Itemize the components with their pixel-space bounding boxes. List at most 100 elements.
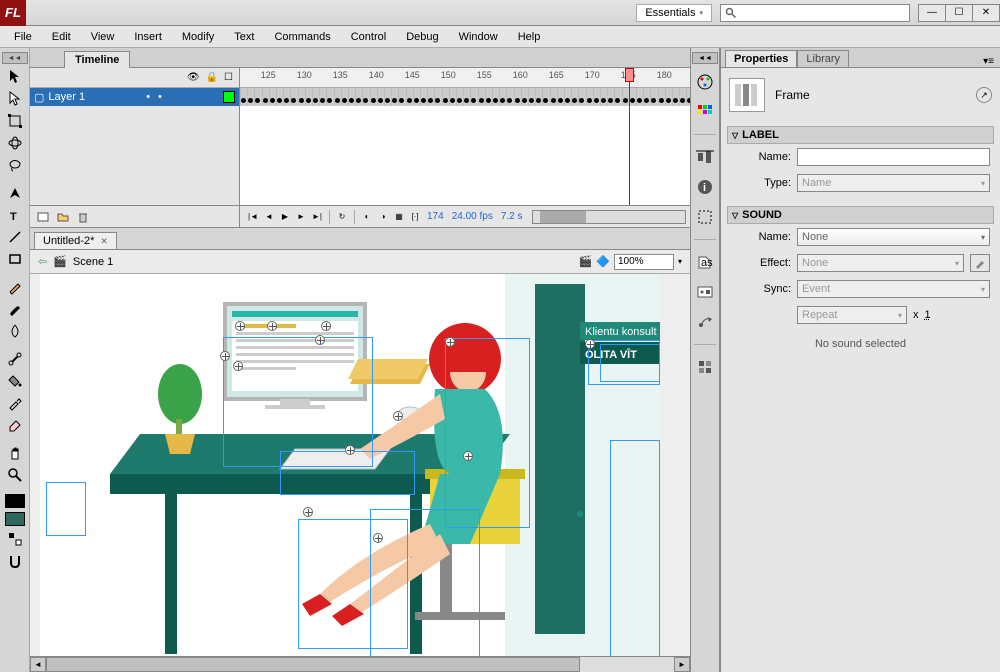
selection-box[interactable] <box>610 440 660 656</box>
scene-label[interactable]: Scene 1 <box>73 256 113 268</box>
subselection-tool[interactable] <box>3 88 27 110</box>
menu-control[interactable]: Control <box>341 28 396 46</box>
align-panel-icon[interactable] <box>693 145 717 169</box>
eye-icon[interactable]: 👁 <box>187 72 200 83</box>
menu-debug[interactable]: Debug <box>396 28 448 46</box>
next-frame-button[interactable]: ► <box>294 210 308 224</box>
delete-layer-button[interactable] <box>74 209 92 225</box>
tools-collapse[interactable]: ◄◄ <box>2 52 28 64</box>
close-button[interactable]: ✕ <box>972 4 1000 22</box>
outline-icon[interactable]: ☐ <box>224 72 233 83</box>
playhead[interactable] <box>629 68 630 205</box>
sound-sync-select[interactable]: Event <box>797 280 990 298</box>
anchor-point[interactable] <box>220 351 230 361</box>
scroll-left-button[interactable]: ◄ <box>30 657 46 672</box>
last-frame-button[interactable]: ►| <box>310 210 324 224</box>
edit-effect-button[interactable] <box>970 254 990 272</box>
pen-tool[interactable] <box>3 182 27 204</box>
edit-scene-icon[interactable]: 🎬 <box>579 255 593 268</box>
selection-box[interactable] <box>445 338 530 528</box>
loop-button[interactable]: ↻ <box>335 210 349 224</box>
anchor-point[interactable] <box>393 411 403 421</box>
anchor-point[interactable] <box>303 507 313 517</box>
sound-name-select[interactable]: None <box>797 228 990 246</box>
timeline-ruler[interactable]: 125130135140145150155160165170175180185 <box>240 68 690 88</box>
line-tool[interactable] <box>3 226 27 248</box>
components-panel-icon[interactable] <box>693 280 717 304</box>
selection-box[interactable] <box>298 519 408 649</box>
paint-bucket-tool[interactable] <box>3 370 27 392</box>
label-section-head[interactable]: LABEL <box>727 126 994 144</box>
deco-tool[interactable] <box>3 320 27 342</box>
anchor-point[interactable] <box>267 321 277 331</box>
close-tab-icon[interactable]: ✕ <box>100 236 108 247</box>
canvas-scrollbar[interactable]: ◄ ► <box>30 656 690 672</box>
menu-help[interactable]: Help <box>508 28 551 46</box>
search-input[interactable] <box>741 7 905 19</box>
onion-skin-button[interactable]: ◐ <box>360 210 374 224</box>
library-tab[interactable]: Library <box>797 50 849 67</box>
swatches-panel-icon[interactable] <box>693 100 717 124</box>
new-folder-button[interactable] <box>54 209 72 225</box>
selection-box[interactable] <box>280 451 415 495</box>
snap-toggle[interactable] <box>3 550 27 572</box>
selection-box[interactable] <box>46 482 86 536</box>
3d-rotation-tool[interactable] <box>3 132 27 154</box>
selection-tool[interactable] <box>3 66 27 88</box>
onion-outline-button[interactable]: ◑ <box>376 210 390 224</box>
maximize-button[interactable]: ☐ <box>945 4 973 22</box>
onion-markers-button[interactable]: [·] <box>408 210 422 224</box>
edit-multiple-button[interactable]: ▦ <box>392 210 406 224</box>
layer-row-1[interactable]: ▢ Layer 1 • • <box>30 88 239 106</box>
prev-frame-button[interactable]: ◄ <box>262 210 276 224</box>
menu-edit[interactable]: Edit <box>42 28 81 46</box>
sound-effect-select[interactable]: None <box>797 254 964 272</box>
anchor-point[interactable] <box>235 321 245 331</box>
project-panel-icon[interactable] <box>693 355 717 379</box>
menu-window[interactable]: Window <box>449 28 508 46</box>
zoom-dropdown-icon[interactable]: ▾ <box>678 257 682 266</box>
code-snippets-icon[interactable]: as <box>693 250 717 274</box>
free-transform-tool[interactable] <box>3 110 27 132</box>
label-name-input[interactable] <box>797 148 990 166</box>
stage-area[interactable]: Klientu konsult OLITA VĪT <box>30 274 690 656</box>
play-button[interactable]: ▶ <box>278 210 292 224</box>
search-box[interactable] <box>720 4 910 22</box>
anchor-point[interactable] <box>373 533 383 543</box>
layer-color-swatch[interactable] <box>223 91 235 103</box>
brush-tool[interactable] <box>3 298 27 320</box>
timeline-tab[interactable]: Timeline <box>64 51 130 68</box>
instance-link-icon[interactable]: ↗ <box>976 87 992 103</box>
stage[interactable]: Klientu konsult OLITA VĪT <box>40 284 660 656</box>
menu-file[interactable]: File <box>4 28 42 46</box>
selection-box[interactable] <box>600 344 660 382</box>
document-tab[interactable]: Untitled-2* ✕ <box>34 232 117 249</box>
menu-commands[interactable]: Commands <box>264 28 340 46</box>
scroll-thumb[interactable] <box>46 657 580 672</box>
anchor-point[interactable] <box>345 445 355 455</box>
menu-text[interactable]: Text <box>224 28 264 46</box>
anchor-point[interactable] <box>463 451 473 461</box>
scroll-right-button[interactable]: ► <box>674 657 690 672</box>
dock-collapse[interactable]: ◄◄ <box>692 52 718 64</box>
anchor-point[interactable] <box>445 337 455 347</box>
bone-tool[interactable] <box>3 348 27 370</box>
frame-row[interactable] <box>240 88 690 106</box>
edit-symbol-icon[interactable]: 🔷 <box>596 255 610 268</box>
current-frame[interactable]: 174 <box>427 211 444 222</box>
anchor-point[interactable] <box>321 321 331 331</box>
text-tool[interactable]: T <box>3 204 27 226</box>
sound-section-head[interactable]: SOUND <box>727 206 994 224</box>
panel-menu-icon[interactable]: ▾≡ <box>983 56 994 67</box>
label-type-select[interactable]: Name <box>797 174 990 192</box>
first-frame-button[interactable]: |◄ <box>246 210 260 224</box>
anchor-point[interactable] <box>233 361 243 371</box>
playhead-handle[interactable] <box>625 68 634 82</box>
workspace-switcher[interactable]: Essentials <box>636 4 712 22</box>
repeat-count[interactable]: 1 <box>925 309 931 321</box>
stroke-color-swatch[interactable] <box>5 494 25 508</box>
menu-view[interactable]: View <box>81 28 125 46</box>
eraser-tool[interactable] <box>3 414 27 436</box>
lasso-tool[interactable] <box>3 154 27 176</box>
timeline-frames[interactable]: 125130135140145150155160165170175180185 <box>240 68 690 205</box>
